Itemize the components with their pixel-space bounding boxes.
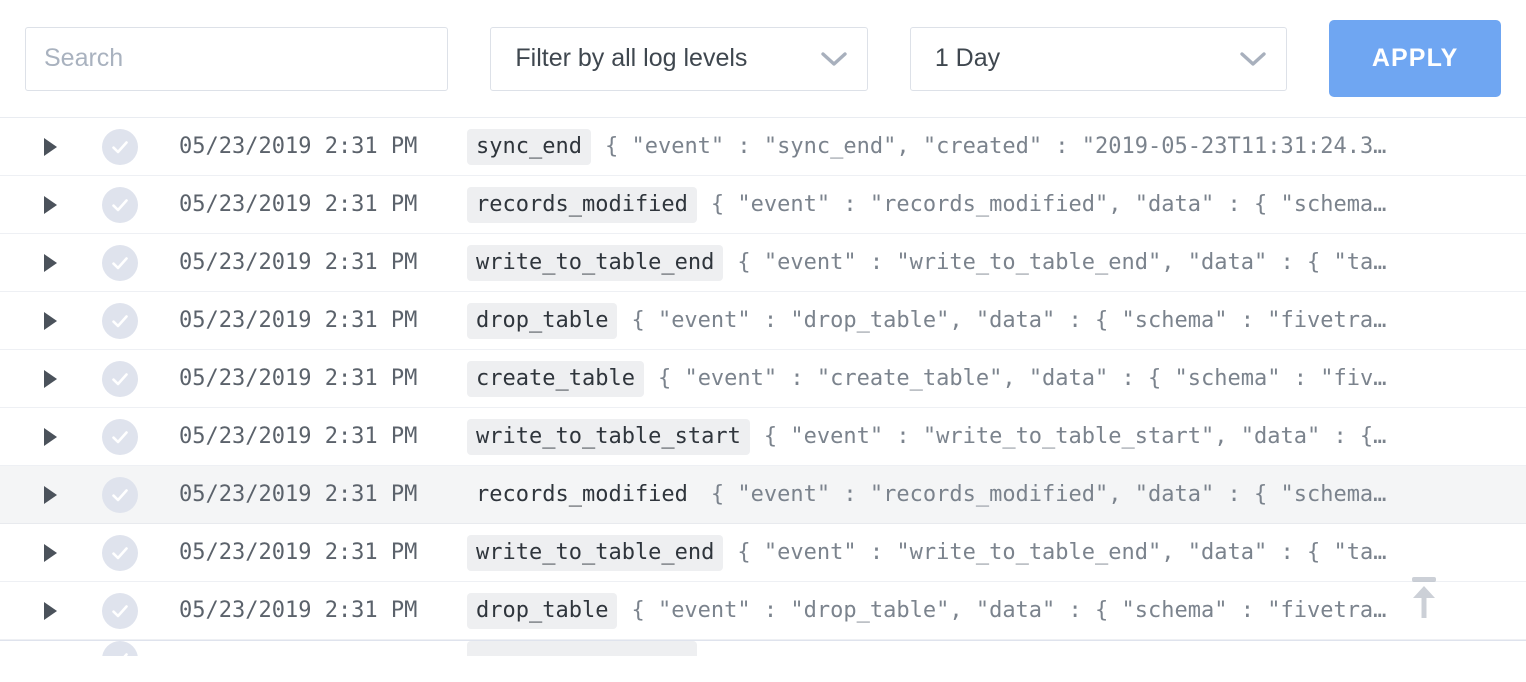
- log-event-badge: [467, 641, 697, 656]
- log-event-badge: write_to_table_end: [467, 244, 724, 281]
- check-circle-icon: [102, 592, 138, 629]
- log-level-select-value: Filter by all log levels: [515, 44, 748, 72]
- log-level-select[interactable]: Filter by all log levels: [490, 26, 868, 91]
- apply-button[interactable]: APPLY: [1329, 20, 1501, 97]
- log-row[interactable]: 05/23/2019 2:31 PM write_to_table_start { …: [0, 408, 1526, 466]
- log-timestamp: 05/23/2019 2:31 PM: [179, 250, 418, 275]
- log-timestamp: 05/23/2019 2:31 PM: [179, 598, 418, 623]
- log-timestamp: 05/23/2019 2:31 PM: [179, 366, 418, 391]
- log-row[interactable]: 05/23/2019 2:31 PM drop_table { "event" : …: [0, 582, 1526, 640]
- check-circle-icon: [102, 244, 138, 281]
- log-event-badge: write_to_table_end: [467, 534, 724, 571]
- log-event-badge: drop_table: [467, 302, 618, 339]
- log-timestamp: 05/23/2019 2:31 PM: [179, 424, 418, 449]
- check-circle-icon: [102, 534, 138, 571]
- time-range-select[interactable]: 1 Day: [909, 26, 1288, 91]
- log-event-badge: records_modified: [476, 481, 688, 507]
- log-json-preview: { "event" : "write_to_table_start", "dat…: [763, 424, 1387, 449]
- triangle-right-icon[interactable]: [44, 485, 57, 504]
- log-timestamp: 05/23/2019 2:31 PM: [179, 134, 418, 159]
- check-circle-icon: [102, 641, 138, 656]
- log-event-badge: create_table: [467, 360, 644, 397]
- log-json-preview: { "event" : "records_modified", "data" :…: [710, 192, 1387, 217]
- check-circle-icon: [102, 476, 138, 513]
- triangle-right-icon[interactable]: [44, 369, 57, 388]
- log-event-badge: drop_table: [467, 592, 618, 629]
- log-event-badge: sync_end: [467, 128, 591, 165]
- triangle-right-icon[interactable]: [44, 543, 57, 562]
- log-json-preview: { "event" : "drop_table", "data" : { "sc…: [631, 308, 1387, 333]
- log-json-preview: { "event" : "drop_table", "data" : { "sc…: [631, 598, 1387, 623]
- search-field[interactable]: [25, 26, 449, 91]
- log-timestamp: 05/23/2019 2:31 PM: [179, 192, 418, 217]
- search-input[interactable]: [44, 44, 430, 73]
- log-timestamp: 05/23/2019 2:31 PM: [179, 540, 418, 565]
- log-row[interactable]: 05/23/2019 2:31 PM records_modified { "eve…: [0, 176, 1526, 234]
- scroll-to-top-icon[interactable]: [1404, 576, 1444, 620]
- log-row[interactable]: 05/23/2019 2:31 PM records_modified { "eve…: [0, 466, 1526, 524]
- check-circle-icon: [102, 302, 138, 339]
- triangle-right-icon[interactable]: [44, 253, 57, 272]
- triangle-right-icon[interactable]: [44, 311, 57, 330]
- log-event-badge: write_to_table_start: [467, 418, 750, 455]
- log-list[interactable]: 05/23/2019 2:31 PM sync_end { "event" : "s…: [0, 117, 1526, 682]
- log-row[interactable]: 05/23/2019 2:31 PM sync_end { "event" : "s…: [0, 118, 1526, 176]
- check-circle-icon: [102, 128, 138, 165]
- triangle-right-icon[interactable]: [44, 195, 57, 214]
- log-json-preview: { "event" : "sync_end", "created" : "201…: [604, 134, 1387, 159]
- log-event-badge: records_modified: [467, 186, 697, 223]
- check-circle-icon: [102, 186, 138, 223]
- filter-toolbar: Filter by all log levels 1 Day APPLY: [0, 0, 1526, 117]
- log-json-preview: { "event" : "write_to_table_end", "data"…: [737, 540, 1387, 565]
- triangle-right-icon[interactable]: [44, 137, 57, 156]
- log-row[interactable]: 05/23/2019 2:31 PM drop_table { "event" : …: [0, 292, 1526, 350]
- triangle-right-icon[interactable]: [44, 427, 57, 446]
- log-json-preview: { "event" : "create_table", "data" : { "…: [657, 366, 1387, 391]
- check-circle-icon: [102, 418, 138, 455]
- chevron-down-icon: [821, 51, 847, 66]
- log-row[interactable]: 05/23/2019 2:31 PM write_to_table_end { "e…: [0, 524, 1526, 582]
- log-row[interactable]: 05/23/2019 2:31 PM write_to_table_end { "e…: [0, 234, 1526, 292]
- chevron-down-icon: [1240, 51, 1266, 66]
- log-row-partial[interactable]: [0, 640, 1526, 656]
- log-timestamp: 05/23/2019 2:31 PM: [179, 308, 418, 333]
- time-range-select-value: 1 Day: [934, 44, 1001, 72]
- log-json-preview: { "event" : "records_modified", "data" :…: [710, 482, 1387, 507]
- check-circle-icon: [102, 360, 138, 397]
- log-json-preview: { "event" : "write_to_table_end", "data"…: [737, 250, 1387, 275]
- log-timestamp: 05/23/2019 2:31 PM: [179, 482, 418, 507]
- triangle-right-icon[interactable]: [44, 601, 57, 620]
- log-row[interactable]: 05/23/2019 2:31 PM create_table { "event" …: [0, 350, 1526, 408]
- log-rows-container: 05/23/2019 2:31 PM sync_end { "event" : "s…: [0, 118, 1526, 656]
